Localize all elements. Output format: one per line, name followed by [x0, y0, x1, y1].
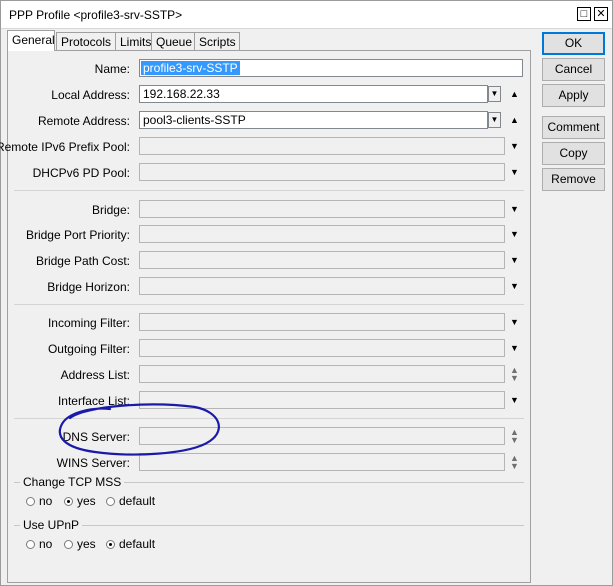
bridge-input[interactable] [139, 200, 505, 218]
general-panel: Name: profile3-srv-SSTP Local Address: 1… [0, 50, 531, 583]
incoming-filter-expand-icon[interactable]: ▼ [510, 318, 519, 327]
wins-server-input[interactable] [139, 453, 505, 471]
separator [14, 304, 524, 305]
bridge-port-priority-expand-icon[interactable]: ▼ [510, 230, 519, 239]
local-address-input[interactable]: 192.168.22.33 [139, 85, 488, 103]
separator [14, 190, 524, 191]
use-upnp-title: Use UPnP [20, 518, 83, 532]
apply-button[interactable]: Apply [542, 84, 605, 107]
radio-selected-icon [64, 497, 73, 506]
ppp-profile-window: PPP Profile <profile3-srv-SSTP> □ ✕ Gene… [0, 0, 613, 586]
bridge-path-cost-input[interactable] [139, 251, 505, 269]
remove-button[interactable]: Remove [542, 168, 605, 191]
name-label: Name: [94, 62, 130, 76]
outgoing-filter-expand-icon[interactable]: ▼ [510, 344, 519, 353]
title-bar[interactable]: PPP Profile <profile3-srv-SSTP> □ ✕ [1, 1, 612, 29]
cancel-button[interactable]: Cancel [542, 58, 605, 81]
dns-server-down-icon[interactable]: ▼ [510, 436, 519, 445]
radio-icon [106, 497, 115, 506]
tab-scripts[interactable]: Scripts [194, 32, 240, 50]
name-input[interactable]: profile3-srv-SSTP [139, 59, 523, 77]
bridge-horizon-label: Bridge Horizon: [47, 280, 130, 294]
remote-address-collapse-icon[interactable]: ▲ [510, 116, 519, 125]
incoming-filter-label: Incoming Filter: [47, 316, 130, 330]
incoming-filter-input[interactable] [139, 313, 505, 331]
use-upnp-default-radio[interactable]: default [106, 537, 155, 551]
local-address-label: Local Address: [51, 88, 130, 102]
address-list-label: Address List: [60, 368, 130, 382]
use-upnp-yes-radio[interactable]: yes [64, 537, 96, 551]
bridge-path-cost-label: Bridge Path Cost: [35, 254, 130, 268]
use-upnp-default-label: default [119, 537, 156, 551]
ok-button[interactable]: OK [542, 32, 605, 55]
window-title: PPP Profile <profile3-srv-SSTP> [9, 8, 183, 22]
remote-address-label: Remote Address: [37, 114, 130, 128]
tab-general[interactable]: General [7, 30, 55, 51]
remote-address-input[interactable]: pool3-clients-SSTP [139, 111, 488, 129]
radio-selected-icon [106, 540, 115, 549]
change-tcp-mss-title: Change TCP MSS [20, 475, 125, 489]
remote-ipv6-prefix-pool-input[interactable] [139, 137, 505, 155]
bridge-path-cost-expand-icon[interactable]: ▼ [510, 256, 519, 265]
radio-icon [64, 540, 73, 549]
bridge-horizon-input[interactable] [139, 277, 505, 295]
outgoing-filter-label: Outgoing Filter: [47, 342, 130, 356]
remote-address-dropdown-icon[interactable]: ▼ [488, 112, 501, 128]
tab-protocols[interactable]: Protocols [56, 32, 116, 50]
copy-button[interactable]: Copy [542, 142, 605, 165]
remote-ipv6-prefix-pool-label: Remote IPv6 Prefix Pool: [0, 140, 130, 154]
tab-limits[interactable]: Limits [115, 32, 152, 50]
local-address-value: 192.168.22.33 [143, 87, 220, 101]
interface-list-expand-icon[interactable]: ▼ [510, 396, 519, 405]
dhcpv6-pd-pool-expand-icon[interactable]: ▼ [510, 168, 519, 177]
dhcpv6-pd-pool-label: DHCPv6 PD Pool: [32, 166, 130, 180]
tab-queue[interactable]: Queue [151, 32, 195, 50]
comment-button[interactable]: Comment [542, 116, 605, 139]
bridge-horizon-expand-icon[interactable]: ▼ [510, 282, 519, 291]
remote-address-value: pool3-clients-SSTP [143, 113, 246, 127]
close-icon[interactable]: ✕ [594, 7, 608, 21]
remote-ipv6-prefix-pool-expand-icon[interactable]: ▼ [510, 142, 519, 151]
change-tcp-mss-no-radio[interactable]: no [26, 494, 52, 508]
interface-list-label: Interface List: [57, 394, 130, 408]
radio-icon [26, 540, 35, 549]
wins-server-label: WINS Server: [56, 456, 130, 470]
local-address-dropdown-icon[interactable]: ▼ [488, 86, 501, 102]
bridge-port-priority-label: Bridge Port Priority: [25, 228, 130, 242]
change-tcp-mss-yes-label: yes [77, 494, 96, 508]
use-upnp-no-label: no [39, 537, 53, 551]
use-upnp-yes-label: yes [77, 537, 96, 551]
wins-server-down-icon[interactable]: ▼ [510, 462, 519, 471]
address-list-down-icon[interactable]: ▼ [510, 374, 519, 383]
dhcpv6-pd-pool-input[interactable] [139, 163, 505, 181]
bridge-label: Bridge: [91, 203, 130, 217]
dns-server-label: DNS Server: [62, 430, 130, 444]
separator [14, 418, 524, 419]
change-tcp-mss-default-radio[interactable]: default [106, 494, 155, 508]
change-tcp-mss-yes-radio[interactable]: yes [64, 494, 96, 508]
local-address-collapse-icon[interactable]: ▲ [510, 90, 519, 99]
change-tcp-mss-default-label: default [119, 494, 156, 508]
outgoing-filter-input[interactable] [139, 339, 505, 357]
use-upnp-group-line [14, 525, 524, 526]
radio-icon [26, 497, 35, 506]
bridge-expand-icon[interactable]: ▼ [510, 205, 519, 214]
change-tcp-mss-no-label: no [39, 494, 53, 508]
restore-icon[interactable]: □ [577, 7, 591, 21]
interface-list-input[interactable] [139, 391, 505, 409]
name-value: profile3-srv-SSTP [141, 61, 240, 75]
address-list-input[interactable] [139, 365, 505, 383]
use-upnp-no-radio[interactable]: no [26, 537, 52, 551]
bridge-port-priority-input[interactable] [139, 225, 505, 243]
dns-server-input[interactable] [139, 427, 505, 445]
